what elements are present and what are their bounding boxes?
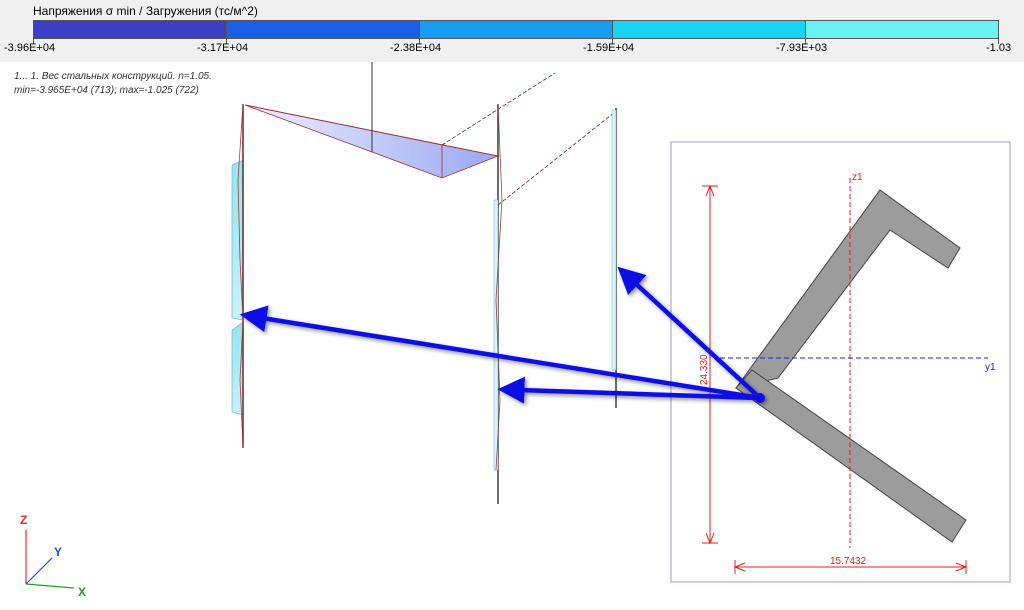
triad-y-label: Y — [54, 545, 62, 559]
coordinate-triad: Z Y X — [20, 513, 86, 599]
model-viewport[interactable]: z1 y1 24.330 15.7432 Z Y X — [0, 0, 1024, 610]
column-middle — [441, 72, 616, 504]
triad-z-label: Z — [20, 513, 27, 527]
axis-y1-label: y1 — [985, 362, 996, 373]
column-left — [231, 103, 244, 449]
top-plate — [244, 62, 500, 179]
dimension-horizontal-label: 15.7432 — [830, 556, 867, 567]
axis-z1-label: z1 — [852, 172, 863, 183]
axis-y-line — [25, 557, 53, 585]
triad-x-label: X — [78, 585, 86, 599]
dimension-vertical-label: 24.330 — [699, 354, 710, 385]
column-right — [611, 108, 617, 408]
axis-x-line — [25, 583, 75, 589]
arrow-origin-dot — [755, 393, 765, 403]
